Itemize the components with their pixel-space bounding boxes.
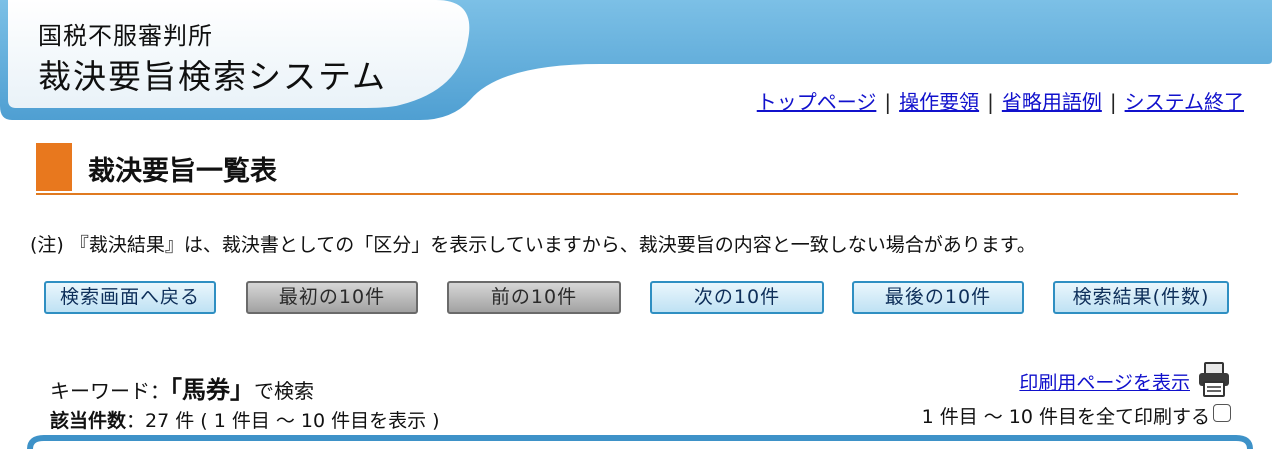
results-count-button[interactable]: 検索結果(件数) — [1053, 281, 1229, 314]
printer-icon[interactable] — [1196, 361, 1232, 399]
nav-top-page[interactable]: トップページ — [757, 90, 877, 114]
next-10-button[interactable]: 次の10件 — [650, 281, 824, 314]
print-all-label: 1 件目 ～ 10 件目を全て印刷する — [921, 406, 1210, 428]
keyword-value: 「馬券」 — [170, 376, 254, 404]
results-frame-top — [27, 435, 1253, 449]
count-text: ：27 件 ( 1 件目 ～ 10 件目を表示 ) — [126, 410, 440, 432]
disclaimer-note: (注) 『裁決結果』は、裁決書としての「区分」を表示していますから、裁決要旨の内… — [30, 234, 1036, 256]
section-accent-bar — [36, 143, 72, 191]
back-to-search-button[interactable]: 検索画面へ戻る — [44, 281, 216, 314]
page-title: 裁決要旨一覧表 — [88, 156, 277, 187]
nav-abbreviations[interactable]: 省略用語例 — [1002, 90, 1102, 114]
nav-separator: | — [884, 90, 892, 114]
section-header: 裁決要旨一覧表 — [36, 143, 1238, 195]
nav-exit-system[interactable]: システム終了 — [1125, 90, 1244, 114]
site-title-line1: 国税不服審判所 — [38, 22, 213, 50]
print-all-checkbox[interactable] — [1213, 404, 1231, 422]
keyword-line: キーワード：「馬券」で検索 — [50, 370, 314, 405]
keyword-label: キーワード： — [50, 379, 170, 403]
count-label: 該当件数 — [50, 410, 127, 432]
result-count-line: 該当件数：27 件 ( 1 件目 ～ 10 件目を表示 ) — [50, 406, 440, 433]
nav-separator: | — [1109, 90, 1117, 114]
site-title-line2: 裁決要旨検索システム — [38, 57, 388, 96]
first-10-button[interactable]: 最初の10件 — [246, 281, 418, 314]
keyword-suffix: で検索 — [254, 379, 314, 403]
nav-separator: | — [987, 90, 994, 114]
prev-10-button[interactable]: 前の10件 — [447, 281, 621, 314]
print-page-link[interactable]: 印刷用ページを表示 — [1019, 368, 1190, 395]
top-nav: トップページ | 操作要領 | 省略用語例 | システム終了 — [757, 86, 1244, 115]
nav-manual[interactable]: 操作要領 — [899, 90, 979, 114]
last-10-button[interactable]: 最後の10件 — [852, 281, 1024, 314]
